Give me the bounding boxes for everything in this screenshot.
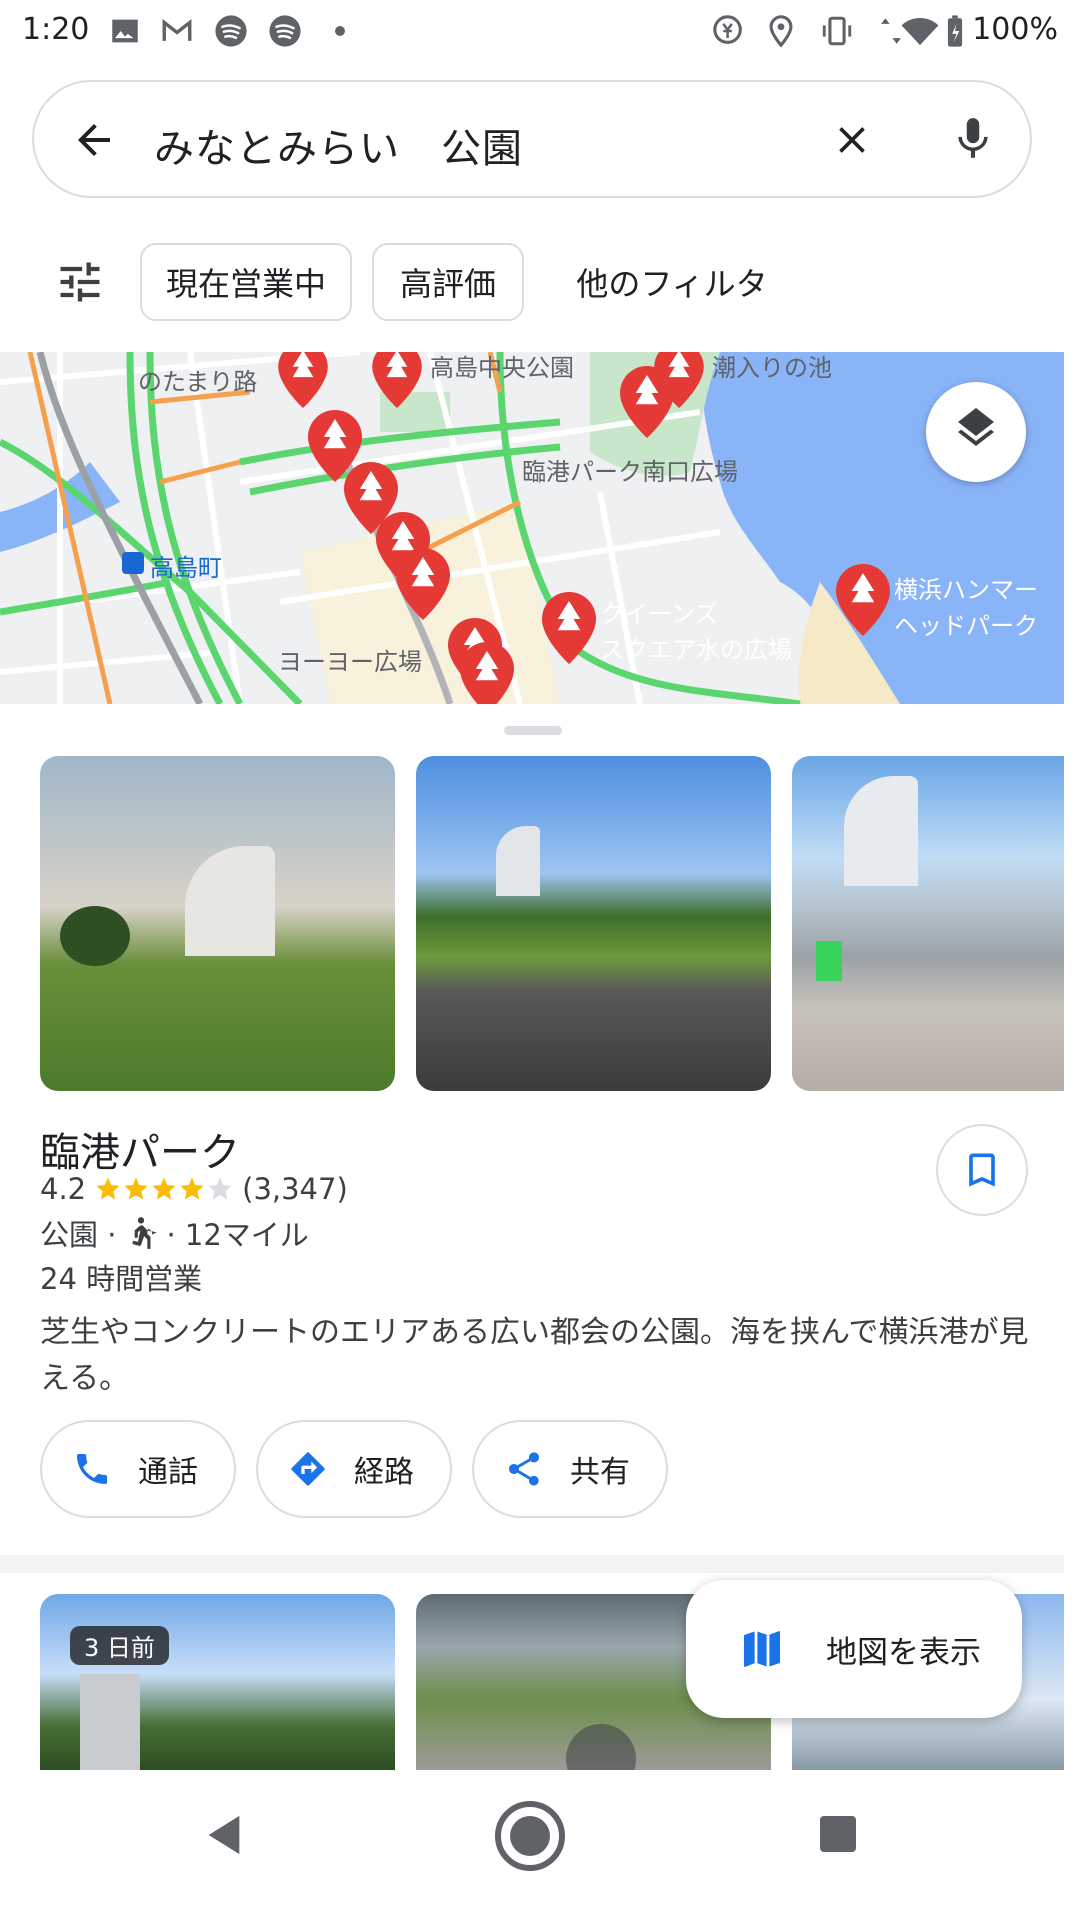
place-description: 芝生やコンクリートのエリアある広い都会の公園。海を挟んで横浜港が見える。 — [40, 1315, 1029, 1396]
layers-button[interactable] — [926, 382, 1026, 482]
star-icon — [208, 1177, 232, 1200]
park-marker-icon[interactable] — [542, 592, 596, 664]
directions-label: 経路 — [354, 1455, 414, 1490]
clock: 1:20 — [22, 12, 90, 47]
place-photo-3[interactable] — [792, 756, 1064, 1091]
data-saver-icon — [713, 15, 742, 44]
park-marker-icon[interactable] — [460, 642, 514, 704]
share-icon — [509, 1452, 539, 1486]
map-label: ヘッドパーク — [894, 612, 1038, 640]
map-label: クイーンズ — [600, 600, 719, 628]
location-icon — [769, 15, 793, 48]
star-icon — [152, 1177, 176, 1200]
save-button[interactable] — [936, 1124, 1028, 1216]
building-shape — [496, 826, 540, 896]
wifi-icon — [901, 18, 939, 46]
system-nav-bar — [0, 1770, 1064, 1920]
sheet-drag-handle[interactable] — [504, 726, 562, 735]
star-icon — [96, 1177, 120, 1200]
recents-nav-icon[interactable] — [818, 1814, 858, 1854]
tune-filters-icon[interactable] — [54, 256, 106, 308]
map-label: 高島中央公園 — [430, 354, 574, 382]
chip-open-now[interactable]: 現在営業中 — [140, 243, 352, 321]
gmail-icon — [162, 19, 192, 41]
status-bar: 1:20 100% — [0, 0, 1080, 62]
map-label-station: 高島町 — [150, 554, 222, 582]
map-label: 臨港パーク南口広場 — [522, 458, 738, 486]
back-arrow-icon[interactable] — [70, 116, 118, 164]
wheelchair-accessible-icon — [131, 1217, 158, 1249]
place-photo-1[interactable] — [40, 756, 395, 1091]
category-label: 公園 · — [40, 1218, 117, 1252]
chip-more-filters[interactable]: 他のフィルタ — [566, 243, 778, 321]
park-marker-icon[interactable] — [396, 548, 450, 620]
directions-button[interactable]: 経路 — [256, 1420, 452, 1518]
park-marker-icon[interactable] — [620, 366, 674, 438]
building-shape — [185, 846, 275, 956]
distance-label: · 12マイル — [166, 1218, 309, 1252]
bookmark-icon — [969, 1153, 995, 1187]
rating-row[interactable]: 4.2 (3,347) — [40, 1172, 348, 1206]
star-rating — [94, 1175, 234, 1203]
play-icon[interactable] — [566, 1724, 636, 1770]
share-label: 共有 — [570, 1455, 630, 1490]
star-icon — [180, 1177, 204, 1200]
next-place-photo-1[interactable]: 3 日前 — [40, 1594, 395, 1770]
hours-label: 24 時間営業 — [40, 1262, 203, 1296]
station-icon — [122, 552, 144, 574]
map-canvas — [0, 352, 1064, 704]
search-query[interactable]: みなとみらい 公園 — [154, 116, 523, 174]
map-label: 潮入りの池 — [712, 354, 832, 382]
time-badge: 3 日前 — [70, 1626, 169, 1665]
phone-icon — [77, 1454, 107, 1484]
map-label: スクエア水の広場 — [600, 636, 792, 664]
building-shape — [844, 776, 918, 886]
layers-icon — [958, 408, 994, 446]
spotify-icon — [215, 15, 247, 47]
map-label: のたまり路 — [138, 368, 258, 396]
call-label: 通話 — [138, 1455, 198, 1490]
battery-icon — [947, 15, 963, 47]
show-map-label: 地図を表示 — [826, 1634, 981, 1671]
chip-top-rated[interactable]: 高評価 — [372, 243, 524, 321]
category-row: 公園 · · 12マイル — [40, 1212, 309, 1254]
gallery-icon — [112, 19, 138, 43]
vibrate-icon — [822, 16, 852, 46]
section-divider — [0, 1555, 1064, 1573]
map-label: ヨーヨー広場 — [278, 648, 422, 676]
place-photo-2[interactable] — [416, 756, 771, 1091]
clear-icon[interactable] — [830, 118, 874, 162]
place-name[interactable]: 臨港パーク — [40, 1120, 240, 1178]
rating-value: 4.2 — [40, 1172, 87, 1206]
review-count: (3,347) — [242, 1172, 348, 1206]
home-nav-icon[interactable] — [494, 1800, 566, 1872]
person-shape — [816, 941, 842, 981]
star-icon — [124, 1177, 148, 1200]
map-icon — [744, 1631, 780, 1667]
call-button[interactable]: 通話 — [40, 1420, 236, 1518]
directions-icon — [291, 1452, 325, 1486]
map-label: 横浜ハンマー — [894, 576, 1038, 604]
notification-dot-icon — [335, 26, 345, 36]
show-map-button[interactable]: 地図を表示 — [686, 1580, 1022, 1718]
microphone-icon[interactable] — [948, 114, 998, 164]
battery-percentage: 100% — [972, 12, 1058, 47]
tree-shape — [60, 906, 130, 966]
park-marker-icon[interactable] — [372, 352, 422, 408]
spotify-icon-2 — [269, 15, 301, 47]
building-shape — [80, 1674, 140, 1770]
park-marker-icon[interactable] — [278, 352, 328, 408]
map-view[interactable]: のたまり路 高島中央公園 潮入りの池 臨港パーク南口広場 高島町 横浜ハンマー … — [0, 352, 1064, 704]
share-button[interactable]: 共有 — [472, 1420, 668, 1518]
back-nav-icon[interactable] — [204, 1812, 244, 1858]
search-bar[interactable]: みなとみらい 公園 — [32, 80, 1032, 198]
park-marker-icon[interactable] — [836, 564, 890, 636]
